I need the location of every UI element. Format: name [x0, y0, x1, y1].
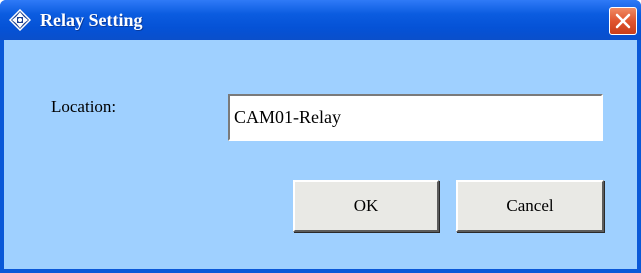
close-icon — [615, 13, 631, 29]
relay-setting-dialog: Relay Setting Location: OK Cancel — [0, 0, 641, 273]
dialog-body: Location: OK Cancel — [4, 40, 637, 269]
close-button[interactable] — [609, 7, 637, 35]
window-title: Relay Setting — [40, 10, 143, 30]
cancel-button[interactable]: Cancel — [456, 180, 604, 232]
ok-button[interactable]: OK — [293, 180, 439, 232]
diamond-arrows-icon — [8, 8, 32, 32]
location-label: Location: — [51, 97, 117, 116]
title-bar[interactable]: Relay Setting — [0, 0, 641, 40]
location-input[interactable] — [228, 94, 603, 141]
